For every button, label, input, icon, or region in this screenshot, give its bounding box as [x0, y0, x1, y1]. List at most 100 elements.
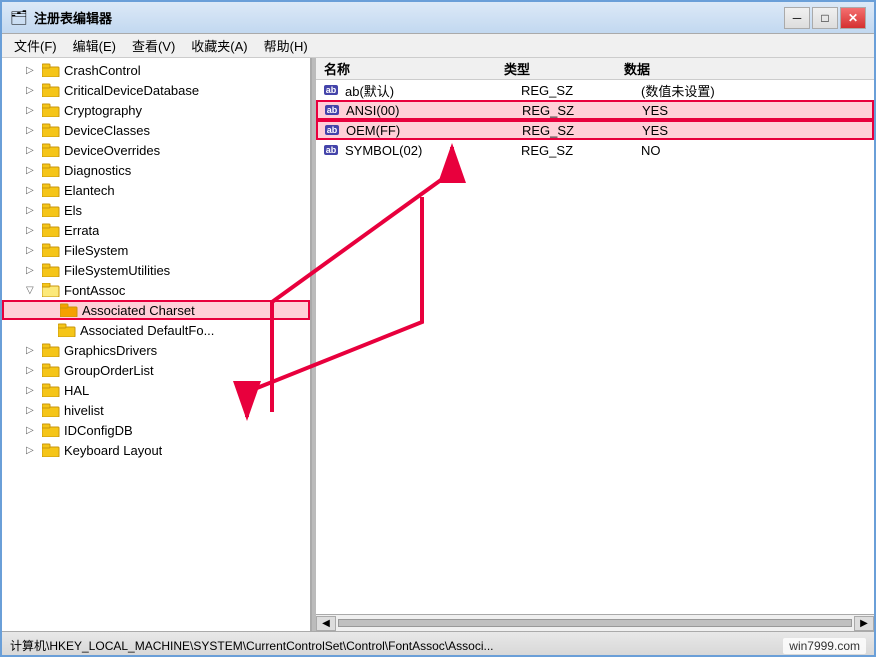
folder-icon	[42, 123, 60, 137]
status-bar: 计算机\HKEY_LOCAL_MACHINE\SYSTEM\CurrentCon…	[2, 631, 874, 657]
folder-icon	[42, 423, 60, 437]
tree-item-label: Keyboard Layout	[64, 443, 162, 458]
title-bar: 🗂 注册表编辑器 ─ □ ✕	[2, 2, 874, 34]
close-button[interactable]: ✕	[840, 7, 866, 29]
menu-edit[interactable]: 编辑(E)	[65, 34, 124, 57]
expand-icon: ▷	[26, 145, 42, 156]
reg-row-symbol[interactable]: ab SYMBOL(02) REG_SZ NO	[316, 140, 874, 160]
minimize-button[interactable]: ─	[784, 7, 810, 29]
expand-icon: ▷	[26, 225, 42, 236]
col-data: 数据	[616, 59, 874, 78]
expand-icon: ▷	[26, 405, 42, 416]
tree-item-label: GraphicsDrivers	[64, 343, 157, 358]
window-controls: ─ □ ✕	[784, 7, 866, 29]
sidebar-item-idconfigdb[interactable]: ▷ IDConfigDB	[2, 420, 310, 440]
reg-value-type: REG_SZ	[522, 103, 642, 118]
sidebar-item-hal[interactable]: ▷ HAL	[2, 380, 310, 400]
sidebar-item-cryptography[interactable]: ▷ Cryptography	[2, 100, 310, 120]
expand-icon: ▷	[26, 65, 42, 76]
sidebar-item-fontassoc[interactable]: ▽ FontAssoc	[2, 280, 310, 300]
sidebar-item-deviceoverrides[interactable]: ▷ DeviceOverrides	[2, 140, 310, 160]
sidebar-item-keyboardlayout[interactable]: ▷ Keyboard Layout	[2, 440, 310, 460]
reg-row-default[interactable]: ab ab(默认) REG_SZ (数值未设置)	[316, 80, 874, 100]
tree-item-label: GroupOrderList	[64, 363, 154, 378]
status-text: 计算机\HKEY_LOCAL_MACHINE\SYSTEM\CurrentCon…	[10, 637, 767, 654]
sidebar-item-graphicsdrivers[interactable]: ▷ GraphicsDrivers	[2, 340, 310, 360]
scroll-track[interactable]	[338, 619, 852, 627]
menu-help[interactable]: 帮助(H)	[256, 34, 316, 57]
expand-icon: ▷	[26, 85, 42, 96]
menu-file[interactable]: 文件(F)	[6, 34, 65, 57]
tree-item-label: FontAssoc	[64, 283, 125, 298]
column-headers: 名称 类型 数据	[316, 58, 874, 80]
folder-icon	[60, 303, 78, 317]
folder-icon	[42, 443, 60, 457]
menu-bar: 文件(F) 编辑(E) 查看(V) 收藏夹(A) 帮助(H)	[2, 34, 874, 58]
tree-item-label: Associated DefaultFo...	[80, 323, 214, 338]
scroll-left-btn[interactable]: ◀	[316, 616, 336, 631]
tree-item-label: CriticalDeviceDatabase	[64, 83, 199, 98]
reg-value-data: YES	[642, 103, 868, 118]
expand-icon: ▷	[26, 425, 42, 436]
folder-icon	[42, 83, 60, 97]
sidebar-item-els[interactable]: ▷ Els	[2, 200, 310, 220]
reg-row-ansi[interactable]: ab ANSI(00) REG_SZ YES	[316, 100, 874, 120]
tree-item-label: DeviceClasses	[64, 123, 150, 138]
reg-row-oem[interactable]: ab OEM(FF) REG_SZ YES	[316, 120, 874, 140]
expand-icon: ▷	[26, 365, 42, 376]
sidebar-item-elantech[interactable]: ▷ Elantech	[2, 180, 310, 200]
expand-icon: ▷	[26, 205, 42, 216]
tree-scroll[interactable]: ▷ CrashControl ▷ CriticalDeviceDatabase	[2, 58, 310, 631]
sidebar-item-grouporderlist[interactable]: ▷ GroupOrderList	[2, 360, 310, 380]
tree-item-label: hivelist	[64, 403, 104, 418]
reg-value-type: REG_SZ	[521, 143, 641, 158]
right-hscrollbar[interactable]: ◀ ▶	[316, 614, 874, 631]
tree-item-label: Diagnostics	[64, 163, 131, 178]
sidebar-item-deviceclasses[interactable]: ▷ DeviceClasses	[2, 120, 310, 140]
reg-value-data: (数值未设置)	[641, 81, 869, 100]
sidebar-item-criticaldevicedatabase[interactable]: ▷ CriticalDeviceDatabase	[2, 80, 310, 100]
right-pane: 名称 类型 数据 ab ab(默认) REG_SZ (数值未设置)	[316, 58, 874, 631]
reg-value-name: ANSI(00)	[346, 103, 522, 118]
tree-item-label: Cryptography	[64, 103, 142, 118]
registry-values: ab ab(默认) REG_SZ (数值未设置) ab ANSI(00) REG…	[316, 80, 874, 614]
sidebar-item-associated-defaultfont[interactable]: Associated DefaultFo...	[2, 320, 310, 340]
sidebar-item-filesystemutilities[interactable]: ▷ FileSystemUtilities	[2, 260, 310, 280]
menu-view[interactable]: 查看(V)	[124, 34, 183, 57]
sidebar-item-crashcontrol[interactable]: ▷ CrashControl	[2, 60, 310, 80]
tree-item-label: IDConfigDB	[64, 423, 133, 438]
sidebar-item-filesystem[interactable]: ▷ FileSystem	[2, 240, 310, 260]
folder-open-icon	[42, 283, 60, 297]
watermark-site: win7999.com	[789, 639, 860, 653]
window-title: 注册表编辑器	[34, 8, 784, 27]
tree-item-label: DeviceOverrides	[64, 143, 160, 158]
scroll-right-btn[interactable]: ▶	[854, 616, 874, 631]
folder-icon	[42, 243, 60, 257]
reg-value-name: OEM(FF)	[346, 123, 522, 138]
sidebar-item-hivelist[interactable]: ▷ hivelist	[2, 400, 310, 420]
folder-icon	[42, 403, 60, 417]
folder-icon	[42, 363, 60, 377]
menu-favorites[interactable]: 收藏夹(A)	[183, 34, 255, 57]
main-content: ▷ CrashControl ▷ CriticalDeviceDatabase	[2, 58, 874, 631]
tree-item-label: FileSystemUtilities	[64, 263, 170, 278]
sidebar-item-errata[interactable]: ▷ Errata	[2, 220, 310, 240]
sidebar-item-associated-charset[interactable]: Associated Charset	[2, 300, 310, 320]
expand-icon: ▷	[26, 125, 42, 136]
reg-icon-symbol: ab	[321, 143, 341, 157]
folder-icon	[42, 183, 60, 197]
sidebar-item-diagnostics[interactable]: ▷ Diagnostics	[2, 160, 310, 180]
folder-icon	[42, 343, 60, 357]
folder-icon	[42, 163, 60, 177]
maximize-button[interactable]: □	[812, 7, 838, 29]
reg-value-type: REG_SZ	[521, 83, 641, 98]
reg-icon-oem: ab	[322, 123, 342, 137]
reg-value-data: NO	[641, 143, 869, 158]
tree-item-label: Elantech	[64, 183, 115, 198]
reg-icon-default: ab	[321, 83, 341, 97]
col-type: 类型	[496, 59, 616, 78]
tree-item-label: Els	[64, 203, 82, 218]
tree-item-label: HAL	[64, 383, 89, 398]
expand-icon: ▷	[26, 385, 42, 396]
expand-icon: ▷	[26, 445, 42, 456]
